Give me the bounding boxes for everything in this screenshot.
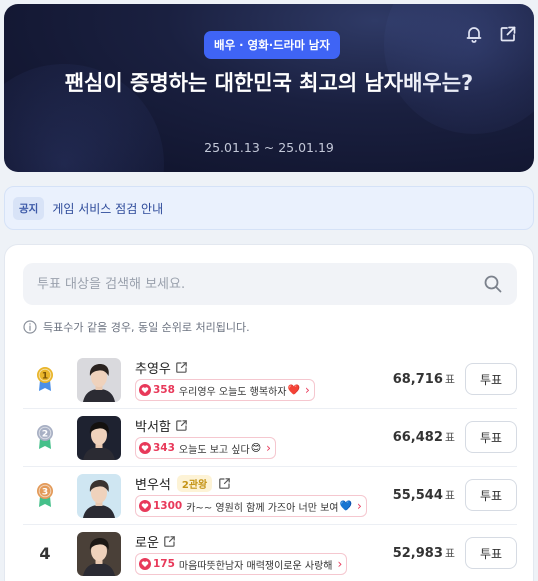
info-text: 득표수가 같을 경우, 동일 순위로 처리됩니다. (43, 321, 250, 334)
chevron-right-icon: › (337, 557, 343, 571)
candidate-name[interactable]: 변우석 (135, 474, 171, 493)
rank-number: 4 (39, 543, 51, 563)
candidate-name[interactable]: 박서함 (135, 416, 171, 435)
vote-button[interactable]: 투표 (465, 421, 517, 453)
cheer-message: 마음따뜻한남자 매력쟁이로운 사랑해 (178, 560, 333, 572)
candidate-name[interactable]: 로운 (135, 532, 159, 551)
vote-number: 52,983 (392, 546, 443, 561)
gold-medal-icon: 1 (37, 367, 53, 391)
poll-date-range: 25.01.13 ~ 25.01.19 (204, 140, 334, 155)
search-bar (23, 263, 517, 305)
avatar[interactable] (77, 532, 121, 576)
cheer-emoji: 💙 (339, 500, 352, 512)
vote-count: 55,544 표 (393, 487, 455, 503)
name-line: 변우석 2관왕 (135, 474, 231, 493)
cheer-message-pill[interactable]: 175 마음따뜻한남자 매력쟁이로운 사랑해 › (135, 553, 348, 575)
cheer-count: 343 (153, 442, 175, 454)
name-line: 박서함 (135, 416, 188, 435)
silver-medal-icon: 2 (37, 425, 53, 449)
name-line: 로운 (135, 532, 176, 551)
rank-indicator: 4 (31, 539, 59, 567)
profile-photo (77, 416, 121, 460)
tie-rule-info: 득표수가 같을 경우, 동일 순위로 처리됩니다. (23, 319, 250, 335)
ranking-row: 2 박서함 343 오늘도 보고 싶다 😊 › 66,482 표 투표 (23, 409, 517, 467)
external-link-icon[interactable] (218, 477, 231, 490)
notice-text[interactable]: 게임 서비스 점검 안내 (52, 200, 163, 217)
rank-number: 3 (42, 487, 48, 497)
bell-icon[interactable] (464, 24, 484, 44)
rank-indicator: 2 (31, 423, 59, 451)
ranking-panel: 득표수가 같을 경우, 동일 순위로 처리됩니다. 1 추영우 358 우리영우… (4, 244, 534, 581)
cheer-emoji: ❤️ (287, 384, 300, 396)
ranking-row: 1 추영우 358 우리영우 오늘도 행복하자 ❤️ › 68,716 표 투표 (23, 351, 517, 409)
vote-unit: 표 (444, 373, 455, 386)
chevron-right-icon: › (356, 499, 362, 513)
vote-unit: 표 (444, 431, 455, 444)
cheer-message-pill[interactable]: 343 오늘도 보고 싶다 😊 › (135, 437, 276, 459)
heart-icon (139, 500, 151, 512)
award-badge: 2관왕 (176, 475, 213, 492)
vote-unit: 표 (444, 547, 455, 560)
profile-photo (77, 474, 121, 518)
vote-count: 68,716 표 (393, 371, 455, 387)
notice-banner[interactable]: 공지 게임 서비스 점검 안내 (4, 186, 534, 230)
cheer-message: 카~~ 영원히 함께 가즈아 너만 보여 (186, 502, 339, 514)
profile-photo (77, 532, 121, 576)
heart-icon (139, 558, 151, 570)
share-icon[interactable] (498, 24, 518, 44)
name-line: 추영우 (135, 358, 188, 377)
vote-number: 66,482 (392, 430, 443, 445)
heart-icon (139, 442, 151, 454)
cheer-message: 우리영우 오늘도 행복하자 (178, 386, 287, 398)
page: 배우 · 영화·드라마 남자 팬심이 증명하는 대한민국 최고의 남자배우는? … (0, 0, 538, 581)
cheer-count: 1300 (153, 500, 183, 512)
hero-banner: 배우 · 영화·드라마 남자 팬심이 증명하는 대한민국 최고의 남자배우는? … (4, 4, 534, 172)
heart-icon (139, 384, 151, 396)
rank-indicator: 1 (31, 365, 59, 393)
hero-actions (464, 24, 518, 44)
chevron-right-icon: › (266, 441, 271, 455)
avatar[interactable] (77, 358, 121, 402)
ranking-row: 4 로운 175 마음따뜻한남자 매력쟁이로운 사랑해 › 52,983 표 투표 (23, 525, 517, 581)
vote-button[interactable]: 투표 (465, 537, 517, 569)
notice-tag: 공지 (13, 196, 45, 220)
search-icon[interactable] (483, 274, 503, 294)
cheer-message-pill[interactable]: 358 우리영우 오늘도 행복하자 ❤️ › (135, 379, 315, 401)
info-icon (23, 320, 37, 334)
candidate-name[interactable]: 추영우 (135, 358, 171, 377)
ranking-row: 3 변우석 2관왕 1300 카~~ 영원히 함께 가즈아 너만 보여 💙 › … (23, 467, 517, 525)
avatar[interactable] (77, 416, 121, 460)
vote-count: 66,482 표 (393, 429, 455, 445)
avatar[interactable] (77, 474, 121, 518)
category-badge: 배우 · 영화·드라마 남자 (204, 31, 340, 59)
chevron-right-icon: › (304, 383, 310, 397)
vote-button[interactable]: 투표 (465, 363, 517, 395)
rank-indicator: 3 (31, 481, 59, 509)
vote-number: 68,716 (392, 372, 443, 387)
rank-number: 2 (42, 429, 48, 439)
poll-title: 팬심이 증명하는 대한민국 최고의 남자배우는? (64, 71, 474, 95)
cheer-emoji: 😊 (250, 442, 262, 454)
cheer-message-pill[interactable]: 1300 카~~ 영원히 함께 가즈아 너만 보여 💙 › (135, 495, 367, 517)
vote-number: 55,544 (392, 488, 443, 503)
vote-button[interactable]: 투표 (465, 479, 517, 511)
cheer-count: 175 (153, 558, 175, 570)
cheer-message: 오늘도 보고 싶다 (178, 444, 250, 456)
vote-unit: 표 (444, 489, 455, 502)
external-link-icon[interactable] (163, 535, 176, 548)
external-link-icon[interactable] (175, 419, 188, 432)
bronze-medal-icon: 3 (37, 483, 53, 507)
vote-count: 52,983 표 (393, 545, 455, 561)
external-link-icon[interactable] (175, 361, 188, 374)
rank-number: 1 (42, 371, 48, 381)
cheer-count: 358 (153, 384, 175, 396)
profile-photo (77, 358, 121, 402)
search-input[interactable] (23, 276, 483, 292)
ranking-list: 1 추영우 358 우리영우 오늘도 행복하자 ❤️ › 68,716 표 투표 … (23, 351, 517, 581)
